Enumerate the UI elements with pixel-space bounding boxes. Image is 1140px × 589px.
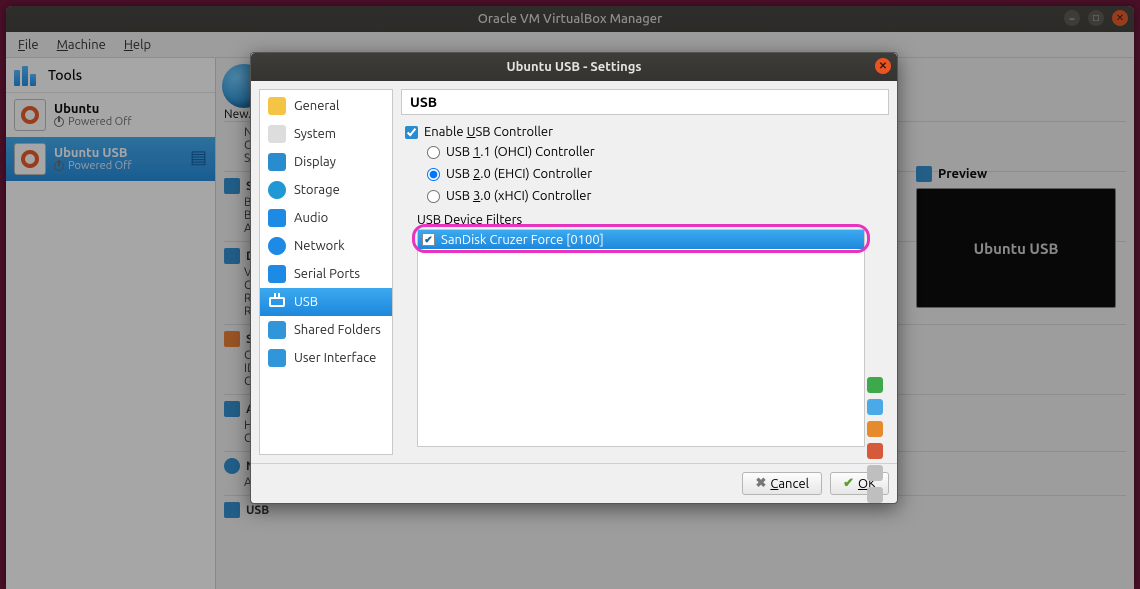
usb11-radio[interactable]: USB 1.1 (OHCI) Controller [427, 145, 887, 159]
disk-icon [268, 181, 286, 199]
cat-usb[interactable]: USB [260, 288, 392, 316]
maximize-icon[interactable]: □ [1088, 10, 1104, 26]
serial-icon [268, 265, 286, 283]
cat-shared-folders[interactable]: Shared Folders [260, 316, 392, 344]
content-header: USB [401, 89, 889, 115]
category-list: General System Display Storage Audio Net… [259, 89, 393, 455]
monitor-icon [268, 153, 286, 171]
filter-checkbox[interactable]: ✔ [422, 233, 435, 246]
menu-machine[interactable]: Machine [57, 38, 106, 52]
cat-display[interactable]: Display [260, 148, 392, 176]
display-icon [224, 248, 240, 264]
cat-storage[interactable]: Storage [260, 176, 392, 204]
power-icon [54, 117, 64, 127]
folder-icon [268, 321, 286, 339]
usb-plug-icon [268, 293, 286, 311]
storage-icon [224, 331, 240, 347]
usb-icon [224, 502, 240, 518]
cat-serial[interactable]: Serial Ports [260, 260, 392, 288]
vm-name: Ubuntu [54, 102, 132, 116]
settings-dialog: Ubuntu USB - Settings ✕ General System D… [250, 52, 898, 504]
ubuntu-icon [14, 99, 46, 131]
filters-label: USB Device Filters [417, 213, 887, 227]
cancel-button[interactable]: ✖Cancel [742, 472, 822, 495]
globe-icon [268, 237, 286, 255]
vm-name: Ubuntu USB [54, 146, 132, 160]
close-icon[interactable]: ✕ [1112, 10, 1128, 26]
power-icon [54, 161, 64, 171]
preview-icon [916, 166, 932, 182]
enable-usb-checkbox[interactable] [405, 126, 418, 139]
ui-icon [268, 349, 286, 367]
speaker-icon [268, 209, 286, 227]
system-icon [224, 178, 240, 194]
details-toggle-icon[interactable]: ▤ [190, 147, 207, 168]
cat-ui[interactable]: User Interface [260, 344, 392, 372]
cat-network[interactable]: Network [260, 232, 392, 260]
add-from-device-icon[interactable] [867, 399, 883, 415]
dialog-titlebar: Ubuntu USB - Settings ✕ [251, 53, 897, 81]
ubuntu-icon [14, 143, 46, 175]
remove-filter-icon[interactable] [867, 443, 883, 459]
general-icon [268, 97, 286, 115]
filter-side-buttons [867, 377, 883, 503]
chip-icon [268, 125, 286, 143]
window-title: Oracle VM VirtualBox Manager [478, 12, 662, 26]
usb20-radio[interactable]: USB 2.0 (EHCI) Controller [427, 167, 887, 181]
vm-state: Powered Off [54, 160, 132, 172]
vm-state: Powered Off [54, 116, 132, 128]
network-icon [224, 458, 240, 474]
tools-icon [14, 64, 42, 86]
audio-icon [224, 401, 240, 417]
vm-item-ubuntu[interactable]: Ubuntu Powered Off [6, 93, 215, 137]
preview-screen: Ubuntu USB [916, 188, 1116, 308]
minimize-icon[interactable]: – [1064, 10, 1080, 26]
dialog-title: Ubuntu USB - Settings [506, 60, 641, 74]
usb-filters-list[interactable]: ✔ SanDisk Cruzer Force [0100] [417, 229, 865, 447]
usb30-radio[interactable]: USB 3.0 (xHCI) Controller [427, 189, 887, 203]
enable-usb-label: Enable USB Controller [424, 125, 553, 139]
menu-file[interactable]: File [18, 38, 39, 52]
titlebar: Oracle VM VirtualBox Manager – □ ✕ [6, 6, 1134, 32]
usb-filter-item[interactable]: ✔ SanDisk Cruzer Force [0100] [418, 230, 864, 249]
filter-name: SanDisk Cruzer Force [0100] [441, 233, 604, 247]
move-down-icon[interactable] [867, 487, 883, 503]
cat-audio[interactable]: Audio [260, 204, 392, 232]
add-empty-filter-icon[interactable] [867, 377, 883, 393]
settings-content: USB Enable USB Controller USB 1.1 (OHCI)… [401, 89, 889, 455]
dialog-close-icon[interactable]: ✕ [875, 58, 891, 74]
tools-label: Tools [48, 67, 82, 83]
cat-system[interactable]: System [260, 120, 392, 148]
preview-box: Preview Ubuntu USB [916, 166, 1116, 308]
cat-general[interactable]: General [260, 92, 392, 120]
menu-help[interactable]: Help [124, 38, 151, 52]
tools-row[interactable]: Tools [6, 58, 215, 93]
left-panel: Tools Ubuntu Powered Off Ubuntu USB Powe… [6, 58, 216, 589]
vm-item-ubuntu-usb[interactable]: Ubuntu USB Powered Off ▤ [6, 137, 215, 181]
edit-filter-icon[interactable] [867, 421, 883, 437]
move-up-icon[interactable] [867, 465, 883, 481]
